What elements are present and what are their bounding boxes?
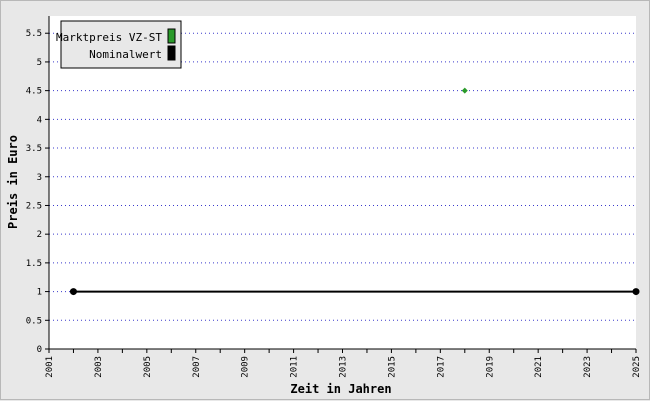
y-tick-label: 4.5	[26, 87, 42, 97]
chart-frame: 0 0.5 1 1.5 2 2.5 3 3.5 4 4.5 5 5.5 2001 2003 2005 2007…	[0, 0, 650, 400]
x-tick-label: 2021	[534, 356, 544, 378]
y-tick-label: 2	[37, 230, 42, 240]
x-tick-label: 2011	[290, 356, 300, 378]
y-tick-label: 1	[37, 288, 42, 298]
x-tick-label: 2017	[436, 356, 446, 378]
legend-label-marktpreis: Marktpreis VZ-ST	[56, 31, 162, 44]
y-tick-label: 3	[37, 173, 42, 183]
data-point-nominalwert	[69, 288, 77, 296]
y-tick-label: 3.5	[26, 144, 42, 154]
x-tick-label: 2025	[632, 356, 642, 378]
chart-svg: 0 0.5 1 1.5 2 2.5 3 3.5 4 4.5 5 5.5 2001 2003 2005 2007…	[6, 16, 642, 396]
y-tick-label: 5.5	[26, 29, 42, 39]
y-tick-label: 0	[37, 345, 42, 355]
legend-swatch-nominalwert	[167, 45, 176, 61]
y-tick-label: 0.5	[26, 316, 42, 326]
x-tick-label: 2015	[387, 356, 397, 378]
y-tick-label: 1.5	[26, 259, 42, 269]
legend-swatch-marktpreis	[167, 28, 176, 44]
x-axis-title: Zeit in Jahren	[290, 382, 391, 396]
y-tick-label: 2.5	[26, 201, 42, 211]
x-tick-label: 2001	[45, 356, 55, 378]
legend-label-nominalwert: Nominalwert	[89, 48, 162, 61]
x-tick-label: 2007	[192, 356, 202, 378]
y-tick-label: 4	[37, 115, 42, 125]
x-tick-label: 2009	[241, 356, 251, 378]
legend: Marktpreis VZ-ST Nominalwert	[56, 20, 182, 69]
y-tick-label: 5	[37, 58, 42, 68]
x-tick-label: 2003	[94, 356, 104, 378]
x-tick-label: 2023	[583, 356, 593, 378]
data-point-nominalwert	[632, 288, 640, 296]
x-tick-label: 2019	[485, 356, 495, 378]
x-tick-label: 2013	[339, 356, 349, 378]
y-axis-title: Preis in Euro	[6, 135, 20, 229]
x-tick-label: 2005	[143, 356, 153, 378]
